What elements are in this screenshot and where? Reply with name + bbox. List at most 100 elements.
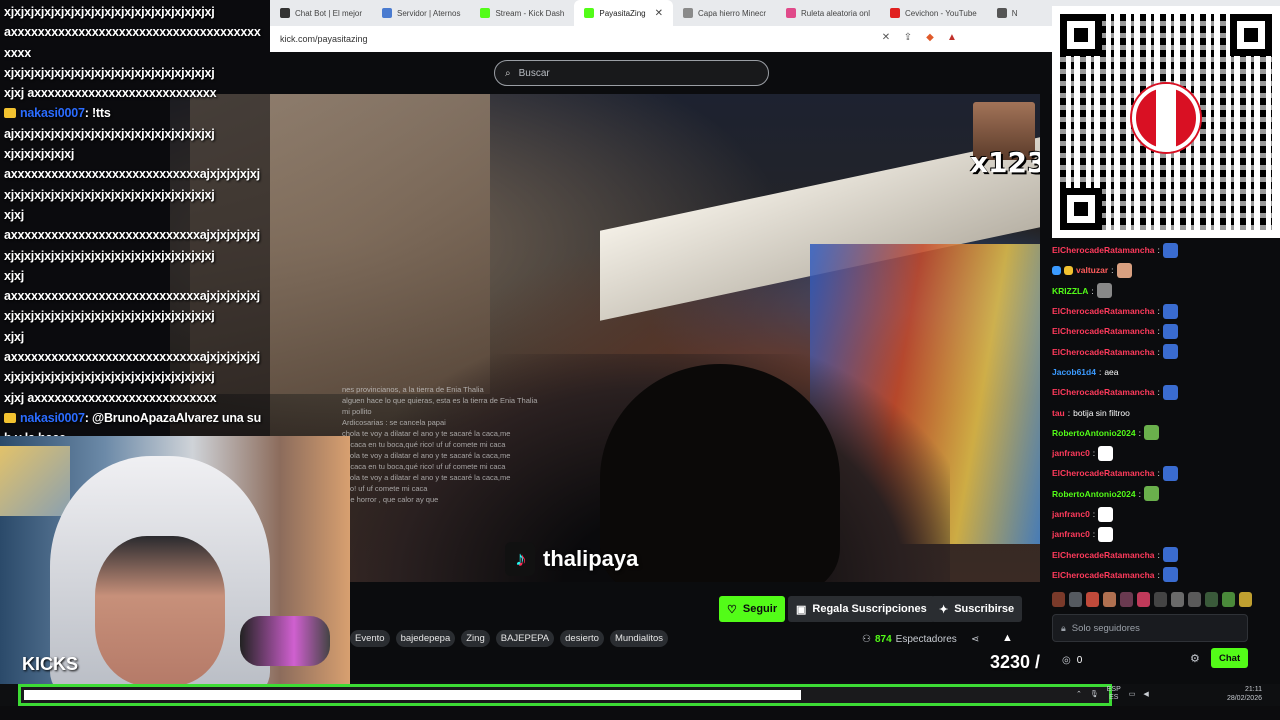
chat-colon: : xyxy=(1111,265,1114,276)
chat-text: botija sin filtroo xyxy=(1073,407,1130,418)
right-chat-message: ElCherocadeRatamancha: xyxy=(1052,463,1262,483)
share-icon[interactable]: ⇪ xyxy=(902,32,914,44)
chat-text: xjxj xyxy=(4,207,25,222)
stream-tag[interactable]: Mundialitos xyxy=(609,630,669,647)
search-placeholder: Buscar xyxy=(518,67,550,79)
emote-icon[interactable] xyxy=(1137,592,1150,607)
right-chat-message: RobertoAntonio2024: xyxy=(1052,484,1262,504)
emote-icon[interactable] xyxy=(1103,592,1116,607)
left-chat-message: xjxj axxxxxxxxxxxxxxxxxxxxxxxxxxx xyxy=(4,83,266,103)
chat-emote-icon xyxy=(1162,242,1178,258)
chat-emote-icon xyxy=(1162,344,1178,360)
emote-icon[interactable] xyxy=(1120,592,1133,607)
chat-username[interactable]: ElCherocadeRatamancha xyxy=(1052,245,1155,255)
right-chat-message: ElCherocadeRatamancha: xyxy=(1052,301,1262,321)
chat-emote-icon xyxy=(1096,283,1112,299)
webcam-poster xyxy=(0,446,70,516)
clock[interactable]: 21:11 28/02/2026 xyxy=(1227,685,1280,703)
stream-tag[interactable]: Zing xyxy=(461,630,490,647)
screen: Chat Bot | El mejor Servidor | Aternos Str… xyxy=(0,0,1280,720)
emote-icon[interactable] xyxy=(1205,592,1218,607)
url-text[interactable]: kick.com/payasitazing xyxy=(280,34,368,44)
chat-username[interactable]: ElCherocadeRatamancha xyxy=(1052,570,1155,580)
gift-subs-button[interactable]: ▣ Regala Suscripciones xyxy=(788,596,935,622)
right-chat-message: ElCherocadeRatamancha: xyxy=(1052,544,1262,564)
chat-username[interactable]: KRIZZLA xyxy=(1052,286,1088,296)
browser-tab[interactable]: Chat Bot | El mejor xyxy=(270,0,372,26)
language-indicator[interactable]: ESP ES xyxy=(1107,686,1121,702)
chat-username[interactable]: ElCherocadeRatamancha xyxy=(1052,550,1155,560)
browser-tab[interactable]: Ruleta aleatoria onl xyxy=(776,0,880,26)
emote-icon[interactable] xyxy=(1222,592,1235,607)
browser-tab[interactable]: N xyxy=(987,0,1028,26)
share-stream-icon[interactable]: ⋖ xyxy=(971,634,979,645)
chat-username[interactable]: ElCherocadeRatamancha xyxy=(1052,468,1155,478)
subscribe-button[interactable]: ✦ Suscribirse xyxy=(931,596,1023,622)
mute-icon[interactable]: ✕ xyxy=(880,32,892,44)
browser-tab[interactable]: PayasitaZing ✕ xyxy=(574,0,673,26)
emote-icon[interactable] xyxy=(1086,592,1099,607)
chevron-up-icon[interactable]: ⌃ xyxy=(1076,690,1082,698)
chat-text: xjxj xyxy=(4,268,25,283)
mic-icon[interactable]: 🎙︎ xyxy=(1090,690,1099,698)
chat-username[interactable]: ElCherocadeRatamancha xyxy=(1052,326,1155,336)
stream-tag[interactable]: bajedepepa xyxy=(395,630,456,647)
volume-icon[interactable]: ◀︎ xyxy=(1143,690,1148,698)
report-icon[interactable]: ▲ xyxy=(1002,632,1013,644)
browser-tab[interactable]: Servidor | Aternos xyxy=(372,0,470,26)
gear-icon[interactable]: ⚙ xyxy=(1190,652,1200,665)
emote-icon[interactable] xyxy=(1239,592,1252,607)
left-chat-message: axxxxxxxxxxxxxxxxxxxxxxxxxxxxajxjxjxjxjx… xyxy=(4,347,266,367)
chat-text: xjxj axxxxxxxxxxxxxxxxxxxxxxxxxxx xyxy=(4,390,217,405)
qr-finder-bottom-left xyxy=(1060,188,1102,230)
tiktok-icon: ♪ xyxy=(505,542,535,576)
monitor-icon[interactable]: ▭ xyxy=(1129,690,1136,698)
chat-username[interactable]: Jacob61d4 xyxy=(1052,367,1096,377)
emote-icon[interactable] xyxy=(1052,592,1065,607)
search-input[interactable]: ⌕ Buscar xyxy=(494,60,769,86)
browser-tab[interactable]: Stream - Kick Dash xyxy=(470,0,574,26)
chat-username[interactable]: RobertoAntonio2024 xyxy=(1052,428,1136,438)
chat-username[interactable]: valtuzar xyxy=(1076,265,1108,275)
chat-text: xjxjxjxjxjxjxjxjxjxjxjxjxjxjxjxjxjxjxjxj… xyxy=(4,5,215,19)
tab-favicon-icon xyxy=(584,8,595,18)
chat-username[interactable]: ElCherocadeRatamancha xyxy=(1052,347,1155,357)
brave-shield-icon[interactable]: ◆ xyxy=(924,32,936,44)
browser-tab[interactable]: Cevichon - YouTube xyxy=(880,0,987,26)
webcam-label: KICKS xyxy=(22,654,79,674)
chat-username[interactable]: RobertoAntonio2024 xyxy=(1052,489,1136,499)
chat-username[interactable]: janfranc0 xyxy=(1052,529,1090,539)
chat-colon: : xyxy=(1092,509,1096,519)
emote-icon[interactable] xyxy=(1069,592,1082,607)
stream-tag[interactable]: desierto xyxy=(560,630,604,647)
chat-username[interactable]: ElCherocadeRatamancha xyxy=(1052,306,1155,316)
chat-input[interactable]: 🔒︎ Solo seguidores xyxy=(1052,614,1248,642)
emote-icon[interactable] xyxy=(1188,592,1201,607)
rewards-icon[interactable]: ▲ xyxy=(946,32,958,44)
chat-colon: : xyxy=(1157,346,1160,357)
chat-username[interactable]: ElCherocadeRatamancha xyxy=(1052,387,1155,397)
emote-icon[interactable] xyxy=(1171,592,1184,607)
chat-emote-icon xyxy=(1098,506,1114,522)
tab-favicon-icon xyxy=(280,8,290,18)
chat-colon: : xyxy=(1092,529,1096,540)
tab-label: Stream - Kick Dash xyxy=(495,8,565,18)
chat-text: xjxj xyxy=(4,329,25,344)
chat-send-button[interactable]: Chat xyxy=(1211,648,1249,668)
right-chat-message: KRIZZLA: xyxy=(1052,281,1262,301)
ghost-chat-line: tu caca en tu boca,qué rico! uf uf comet… xyxy=(342,440,506,449)
tab-favicon-icon xyxy=(786,8,797,18)
chat-username[interactable]: janfranc0 xyxy=(1052,448,1090,458)
chat-username[interactable]: tau xyxy=(1052,408,1065,418)
browser-tab[interactable]: Capa hierro Minecr xyxy=(673,0,776,26)
emote-icon[interactable] xyxy=(1154,592,1167,607)
lock-icon: 🔒︎ xyxy=(1061,622,1066,633)
stream-tag[interactable]: Evento xyxy=(350,630,390,647)
close-tab-icon[interactable]: ✕ xyxy=(655,8,663,19)
stream-tag[interactable]: BAJEPEPA xyxy=(495,630,555,647)
ghost-chat-line: chola te voy a dilatar el ano y te sacar… xyxy=(342,429,511,438)
tab-label: Cevichon - YouTube xyxy=(904,8,977,18)
follow-button[interactable]: ♡ Seguir xyxy=(719,596,786,622)
ghost-chat-line: nes provincianos, a la tierra de Enia Th… xyxy=(342,385,484,394)
chat-username[interactable]: janfranc0 xyxy=(1052,509,1090,519)
